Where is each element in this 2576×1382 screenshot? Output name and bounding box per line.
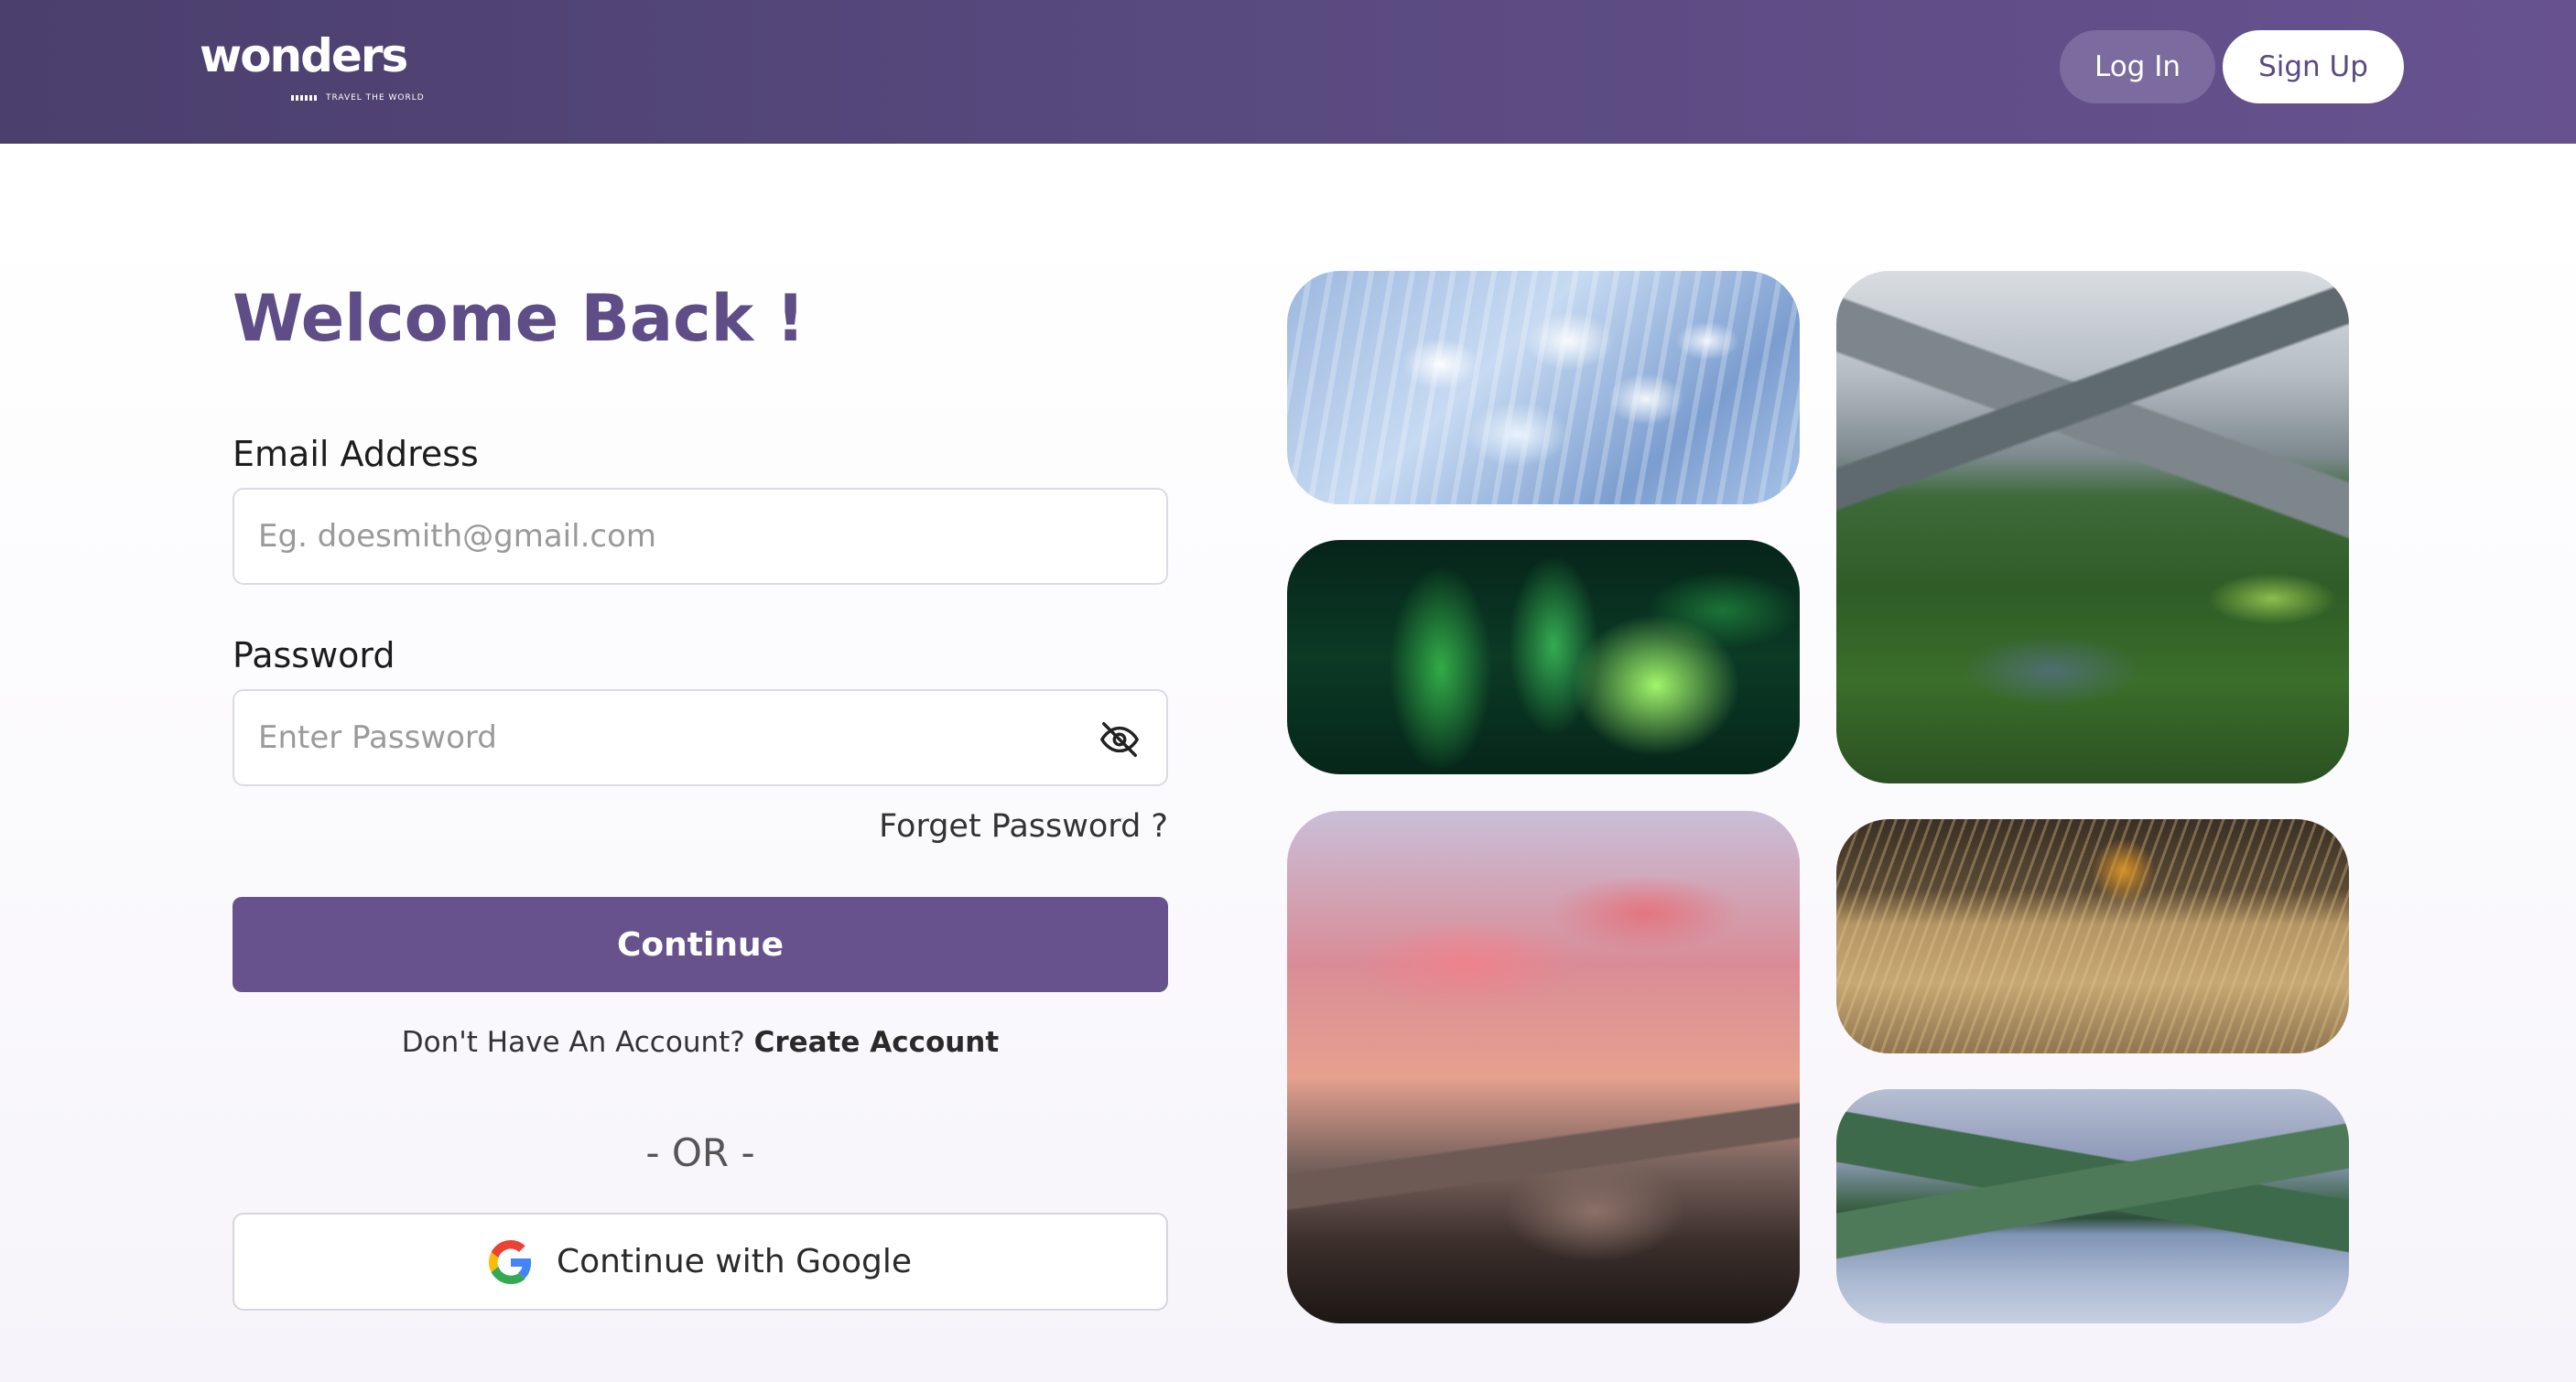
google-button-label: Continue with Google [556,1243,913,1280]
aurora-borealis-photo [1287,540,1800,774]
google-icon [488,1239,533,1284]
login-button[interactable]: Log In [2060,30,2215,103]
half-dome-sunset-photo [1287,811,1800,1323]
forgot-password-link[interactable]: Forget Password ? [879,805,1168,848]
eye-off-icon[interactable] [1099,718,1141,761]
email-field[interactable] [258,490,1082,583]
password-label: Password [233,635,395,675]
create-account-prompt: Don't Have An Account? Create Account [233,1023,1168,1062]
password-field[interactable] [258,691,1082,784]
email-field-wrapper [233,488,1168,585]
logo-tagline: TRAVEL THE WORLD [291,93,425,103]
mountain-lake-reflection-photo [1836,1089,2349,1323]
create-account-link[interactable]: Create Account [754,1026,1000,1059]
alpine-valley-photo [1836,271,2349,783]
signup-button[interactable]: Sign Up [2223,30,2404,103]
page-title: Welcome Back ! [233,281,806,356]
logo-wordmark: wonders [200,29,408,82]
password-field-wrapper [233,689,1168,786]
no-account-text: Don't Have An Account? [401,1026,745,1059]
google-signin-button[interactable]: Continue with Google [233,1213,1168,1311]
ice-formation-photo [1287,271,1800,504]
wonders-logo[interactable]: wonders TRAVEL THE WORLD [200,27,428,110]
top-navbar: wonders TRAVEL THE WORLD Log In Sign Up [0,0,2576,144]
autumn-grassland-photo [1836,819,2349,1053]
or-divider: - OR - [645,1130,755,1175]
continue-button[interactable]: Continue [233,897,1168,992]
email-label: Email Address [233,434,479,474]
